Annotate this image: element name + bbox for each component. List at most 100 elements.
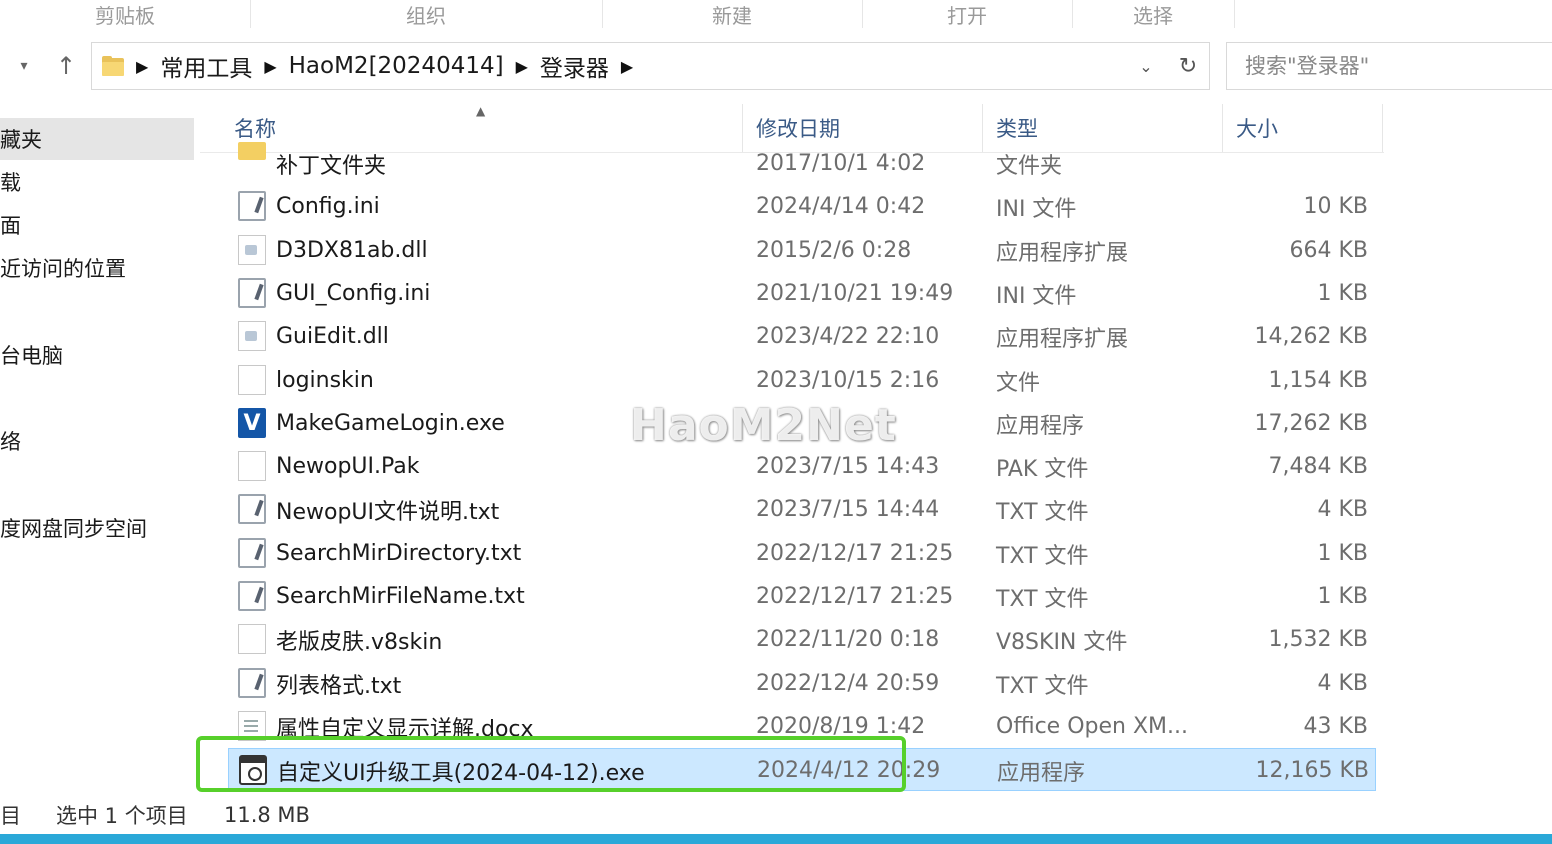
file-date-modified: 2021/10/21 19:49 xyxy=(756,281,954,306)
file-name: MakeGameLogin.exe xyxy=(276,411,505,436)
file-size: 1 KB xyxy=(1317,281,1368,306)
file-type: Office Open XM... xyxy=(996,714,1188,739)
file-type: 应用程序 xyxy=(996,413,1085,439)
file-row[interactable]: Config.ini 2024/4/14 0:42 INI 文件 10 KB xyxy=(228,185,1376,228)
address-bar[interactable]: ▶ 常用工具 ▶ HaoM2[20240414] ▶ 登录器 ▶ ⌄ ↻ xyxy=(91,42,1210,90)
folder-icon xyxy=(238,142,266,160)
file-date-modified: 2023/7/15 14:43 xyxy=(756,454,940,479)
file-name: 老版皮肤.v8skin xyxy=(276,629,443,655)
blank-file-icon xyxy=(238,365,266,395)
file-date-modified: 2022/11/20 0:18 xyxy=(756,627,940,652)
file-size: 7,484 KB xyxy=(1268,454,1369,479)
file-type: TXT 文件 xyxy=(996,499,1089,525)
ribbon-group-open[interactable]: 打开 xyxy=(862,0,1073,28)
file-size: 4 KB xyxy=(1317,497,1368,522)
breadcrumb-chevron-icon[interactable]: ▶ xyxy=(264,57,276,76)
address-row: ▾ ↑ ▶ 常用工具 ▶ HaoM2[20240414] ▶ 登录器 ▶ ⌄ ↻ xyxy=(0,38,1552,94)
address-history-dropdown[interactable]: ⌄ xyxy=(1125,43,1167,89)
file-row[interactable]: SearchMirDirectory.txt 2022/12/17 21:25 TX… xyxy=(228,532,1376,575)
ribbon-group-new[interactable]: 新建 xyxy=(602,0,863,28)
file-row[interactable]: SearchMirFileName.txt 2022/12/17 21:25 TXT… xyxy=(228,575,1376,618)
file-name: GUI_Config.ini xyxy=(276,281,431,306)
recent-locations-dropdown[interactable]: ▾ xyxy=(6,46,42,86)
file-row[interactable]: D3DX81ab.dll 2015/2/6 0:28 应用程序扩展 664 KB xyxy=(228,229,1376,272)
breadcrumb-item-tools[interactable]: 常用工具 xyxy=(160,49,252,83)
txt-file-icon xyxy=(238,494,266,524)
nav-item-desktop[interactable]: 面 xyxy=(0,204,21,246)
file-row[interactable]: GUI_Config.ini 2021/10/21 19:49 INI 文件 1 KB xyxy=(228,272,1376,315)
search-box[interactable] xyxy=(1226,42,1552,90)
status-item-count: 目 xyxy=(0,804,21,828)
file-size: 1 KB xyxy=(1317,584,1368,609)
dll-file-icon xyxy=(238,321,266,351)
ini-file-icon xyxy=(238,191,266,221)
file-date-modified: 2024/4/14 0:42 xyxy=(756,194,926,219)
address-tools: ⌄ ↻ xyxy=(1125,43,1209,89)
file-size: 17,262 KB xyxy=(1254,411,1369,436)
arrow-up-icon: ↑ xyxy=(55,52,77,80)
file-name: D3DX81ab.dll xyxy=(276,238,428,263)
annotation-highlight-box xyxy=(196,736,906,792)
ribbon-group-organize[interactable]: 组织 xyxy=(250,0,603,28)
file-date-modified: 2022/12/4 20:59 xyxy=(756,671,940,696)
breadcrumb-item-launcher[interactable]: 登录器 xyxy=(540,49,609,83)
status-bar: 目 选中 1 个项目 11.8 MB xyxy=(0,796,1552,834)
file-name: NewopUI.Pak xyxy=(276,454,420,479)
file-date-modified: 2017/10/1 4:02 xyxy=(756,151,926,176)
txt-file-icon xyxy=(238,538,266,568)
nav-item-favorites[interactable]: 藏夹 xyxy=(0,118,194,160)
file-type: 应用程序扩展 xyxy=(996,240,1129,266)
file-date-modified: 2022/12/17 21:25 xyxy=(756,584,954,609)
txt-file-icon xyxy=(238,581,266,611)
nav-item-baidu-sync[interactable]: 度网盘同步空间 xyxy=(0,507,147,549)
refresh-button[interactable]: ↻ xyxy=(1167,43,1209,89)
nav-item-downloads[interactable]: 载 xyxy=(0,161,21,203)
file-row[interactable]: 列表格式.txt 2022/12/4 20:59 TXT 文件 4 KB xyxy=(228,662,1376,705)
file-size: 1 KB xyxy=(1317,541,1368,566)
file-name: GuiEdit.dll xyxy=(276,324,389,349)
ribbon-groups: 剪贴板 组织 新建 打开 选择 xyxy=(0,0,1552,28)
dll-file-icon xyxy=(238,235,266,265)
file-type: 文件夹 xyxy=(996,153,1063,179)
file-size: 12,165 KB xyxy=(1255,758,1370,783)
file-name: loginskin xyxy=(276,368,374,393)
breadcrumb-chevron-icon[interactable]: ▶ xyxy=(516,57,528,76)
file-type: INI 文件 xyxy=(996,196,1077,222)
status-selected-size: 11.8 MB xyxy=(224,803,310,827)
ribbon-group-clipboard[interactable]: 剪贴板 xyxy=(0,0,251,28)
ini-file-icon xyxy=(238,278,266,308)
file-size xyxy=(1188,142,1368,185)
file-type: V8SKIN 文件 xyxy=(996,629,1128,655)
nav-item-this-pc[interactable]: 台电脑 xyxy=(0,334,63,376)
file-size: 4 KB xyxy=(1317,671,1368,696)
ribbon-group-select[interactable]: 选择 xyxy=(1072,0,1235,28)
breadcrumb-chevron-icon[interactable]: ▶ xyxy=(621,57,633,76)
breadcrumb-chevron-icon[interactable]: ▶ xyxy=(136,57,148,76)
file-size: 664 KB xyxy=(1289,238,1368,263)
nav-item-network[interactable]: 络 xyxy=(0,420,21,462)
taskbar-edge xyxy=(0,834,1552,844)
chevron-down-icon: ⌄ xyxy=(1139,56,1153,76)
nav-item-recent-places[interactable]: 近访问的位置 xyxy=(0,247,126,289)
file-name: SearchMirDirectory.txt xyxy=(276,541,522,566)
file-type: TXT 文件 xyxy=(996,586,1089,612)
file-name: 列表格式.txt xyxy=(276,673,402,699)
file-row[interactable]: 补丁文件夹 2017/10/1 4:02 文件夹 xyxy=(228,142,1376,185)
vs-app-icon: V xyxy=(238,408,266,438)
up-button[interactable]: ↑ xyxy=(48,46,84,86)
file-row[interactable]: NewopUI文件说明.txt 2023/7/15 14:44 TXT 文件 4 KB xyxy=(228,488,1376,531)
file-row[interactable]: GuiEdit.dll 2023/4/22 22:10 应用程序扩展 14,262 K… xyxy=(228,315,1376,358)
file-date-modified: 2022/12/17 21:25 xyxy=(756,541,954,566)
file-row[interactable]: NewopUI.Pak 2023/7/15 14:43 PAK 文件 7,484 KB xyxy=(228,445,1376,488)
blank-file-icon xyxy=(238,451,266,481)
file-size: 1,154 KB xyxy=(1268,368,1369,393)
file-row[interactable]: loginskin 2023/10/15 2:16 文件 1,154 KB xyxy=(228,359,1376,402)
file-type: TXT 文件 xyxy=(996,673,1089,699)
refresh-icon: ↻ xyxy=(1178,53,1198,79)
search-input[interactable] xyxy=(1243,53,1537,79)
file-size: 43 KB xyxy=(1303,714,1368,739)
navigation-pane: 藏夹 载 面 近访问的位置 台电脑 络 度网盘同步空间 xyxy=(0,104,196,794)
file-type: 应用程序扩展 xyxy=(996,326,1129,352)
file-row[interactable]: 老版皮肤.v8skin 2022/11/20 0:18 V8SKIN 文件 1,532… xyxy=(228,618,1376,661)
breadcrumb-item-haom2[interactable]: HaoM2[20240414] xyxy=(289,53,504,79)
